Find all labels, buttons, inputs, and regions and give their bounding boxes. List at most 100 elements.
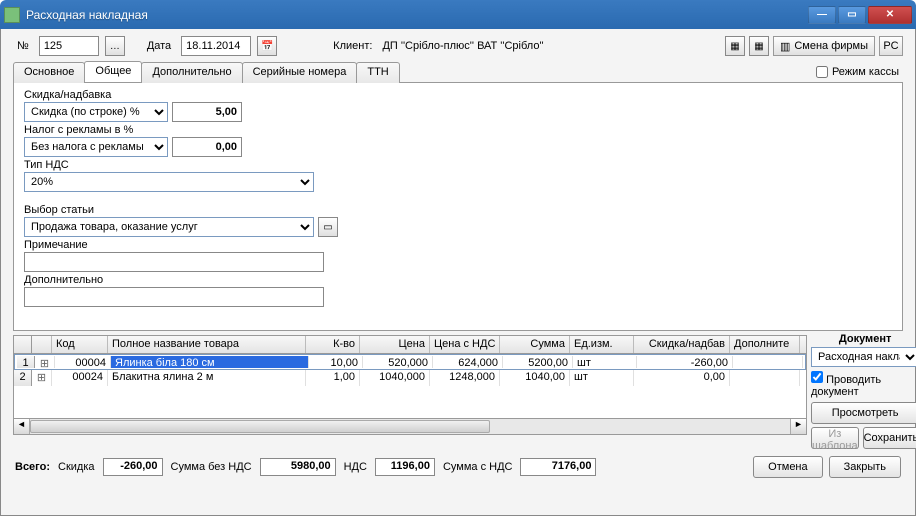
- close-button[interactable]: ✕: [868, 6, 912, 24]
- expand-icon[interactable]: ⊞: [32, 370, 52, 386]
- toolbar-icon-2[interactable]: ▦: [749, 36, 769, 56]
- minimize-button[interactable]: —: [808, 6, 836, 24]
- sum-novat-label: Сумма без НДС: [171, 461, 252, 473]
- doc-type-select[interactable]: Расходная накладная: [811, 347, 916, 367]
- cell-extra[interactable]: [730, 370, 800, 386]
- col-unit[interactable]: Ед.изм.: [570, 336, 634, 353]
- toolbar-icon-1[interactable]: ▦: [725, 36, 745, 56]
- col-name[interactable]: Полное название товара: [108, 336, 306, 353]
- cell-extra[interactable]: [733, 356, 803, 368]
- date-label: Дата: [143, 40, 175, 52]
- sidebar-title: Документ: [811, 333, 916, 345]
- form-general: Скидка/надбавка Скидка (по строке) % Нал…: [13, 83, 903, 331]
- extra-label: Дополнительно: [24, 274, 892, 286]
- scroll-left-icon[interactable]: ◄: [14, 419, 30, 434]
- article-select[interactable]: Продажа товара, оказание услуг: [24, 217, 314, 237]
- tabs: Основное Общее Дополнительно Серийные но…: [13, 61, 903, 83]
- vat-total-label: НДС: [344, 461, 367, 473]
- row-index: 1: [17, 356, 35, 368]
- expand-icon[interactable]: ⊞: [35, 356, 55, 368]
- save-button[interactable]: Сохранить: [863, 427, 916, 449]
- col-rownum[interactable]: [14, 336, 32, 353]
- col-extra[interactable]: Дополните: [730, 336, 800, 353]
- note-label: Примечание: [24, 239, 892, 251]
- col-sum[interactable]: Сумма: [500, 336, 570, 353]
- totals-bar: Всего: Скидка -260,00 Сумма без НДС 5980…: [13, 452, 903, 478]
- document-sidebar: Документ Расходная накладная Проводить д…: [807, 331, 916, 452]
- sum-novat: 5980,00: [260, 458, 336, 476]
- cell-price-vat[interactable]: 624,000: [433, 356, 503, 368]
- col-discount[interactable]: Скидка/надбав: [634, 336, 730, 353]
- from-template-button[interactable]: Из шаблона: [811, 427, 859, 449]
- client-name: ДП ''Срібло-плюс'' ВАТ ''Срібло'': [382, 40, 543, 52]
- cell-price[interactable]: 520,000: [363, 356, 433, 368]
- discount-label: Скидка/надбавка: [24, 89, 892, 101]
- table-row[interactable]: 1 ⊞ 00004 Ялинка біла 180 см 10,00 520,0…: [14, 354, 806, 370]
- app-icon: [4, 7, 20, 23]
- cell-unit[interactable]: шт: [570, 370, 634, 386]
- col-code[interactable]: Код: [52, 336, 108, 353]
- sum-vat-label: Сумма с НДС: [443, 461, 513, 473]
- cell-discount[interactable]: -260,00: [637, 356, 733, 368]
- extra-input[interactable]: [24, 287, 324, 307]
- cell-discount[interactable]: 0,00: [634, 370, 730, 386]
- vat-label: Тип НДС: [24, 159, 892, 171]
- adtax-label: Налог с рекламы в %: [24, 124, 892, 136]
- cancel-button[interactable]: Отмена: [753, 456, 822, 478]
- discount-total-label: Скидка: [58, 461, 95, 473]
- tab-ttn[interactable]: ТТН: [356, 62, 399, 83]
- cell-code[interactable]: 00004: [55, 356, 111, 368]
- col-price[interactable]: Цена: [360, 336, 430, 353]
- rc-button[interactable]: РС: [879, 36, 903, 56]
- tab-additional[interactable]: Дополнительно: [141, 62, 242, 83]
- discount-mode-select[interactable]: Скидка (по строке) %: [24, 102, 168, 122]
- tab-main[interactable]: Основное: [13, 62, 85, 83]
- horizontal-scrollbar[interactable]: ◄ ►: [13, 419, 807, 435]
- col-price-vat[interactable]: Цена с НДС: [430, 336, 500, 353]
- tab-serials[interactable]: Серийные номера: [242, 62, 358, 83]
- date-input[interactable]: [181, 36, 251, 56]
- post-doc-checkbox[interactable]: [811, 371, 823, 383]
- titlebar[interactable]: Расходная накладная — ▭ ✕: [0, 0, 916, 29]
- adtax-mode-select[interactable]: Без налога с рекламы: [24, 137, 168, 157]
- cell-code[interactable]: 00024: [52, 370, 108, 386]
- cell-qty[interactable]: 10,00: [309, 356, 363, 368]
- number-input[interactable]: [39, 36, 99, 56]
- scroll-right-icon[interactable]: ►: [790, 419, 806, 434]
- cash-mode-label: Режим кассы: [832, 66, 899, 78]
- cell-price-vat[interactable]: 1248,000: [430, 370, 500, 386]
- tab-general[interactable]: Общее: [84, 61, 142, 82]
- window-title: Расходная накладная: [26, 8, 808, 22]
- client-label: Клиент:: [329, 40, 376, 52]
- scroll-thumb[interactable]: [30, 420, 490, 433]
- article-edit-button[interactable]: ▭: [318, 217, 338, 237]
- cell-sum[interactable]: 1040,00: [500, 370, 570, 386]
- col-qty[interactable]: К-во: [306, 336, 360, 353]
- items-grid[interactable]: Код Полное название товара К-во Цена Цен…: [13, 335, 807, 419]
- cell-sum[interactable]: 5200,00: [503, 356, 573, 368]
- cell-name[interactable]: Ялинка біла 180 см: [111, 356, 309, 368]
- number-lookup-button[interactable]: …: [105, 36, 125, 56]
- table-row[interactable]: 2 ⊞ 00024 Блакитна ялина 2 м 1,00 1040,0…: [14, 370, 806, 386]
- discount-value-input[interactable]: [172, 102, 242, 122]
- maximize-button[interactable]: ▭: [838, 6, 866, 24]
- cell-price[interactable]: 1040,000: [360, 370, 430, 386]
- row-index: 2: [14, 370, 32, 386]
- cell-name[interactable]: Блакитна ялина 2 м: [108, 370, 306, 386]
- adtax-value-input[interactable]: [172, 137, 242, 157]
- total-label: Всего:: [15, 461, 50, 473]
- cash-mode-checkbox[interactable]: [816, 66, 828, 78]
- note-input[interactable]: [24, 252, 324, 272]
- article-label: Выбор статьи: [24, 204, 892, 216]
- cell-unit[interactable]: шт: [573, 356, 637, 368]
- preview-button[interactable]: Просмотреть: [811, 402, 916, 424]
- vat-select[interactable]: 20%: [24, 172, 314, 192]
- cell-qty[interactable]: 1,00: [306, 370, 360, 386]
- calendar-icon[interactable]: 📅: [257, 36, 277, 56]
- change-firm-button[interactable]: ▥ Смена фирмы: [773, 36, 875, 56]
- number-label: №: [13, 40, 33, 52]
- col-expand[interactable]: [32, 336, 52, 353]
- close-window-button[interactable]: Закрыть: [829, 456, 901, 478]
- firm-icon: ▥: [780, 40, 790, 53]
- sum-vat: 7176,00: [520, 458, 596, 476]
